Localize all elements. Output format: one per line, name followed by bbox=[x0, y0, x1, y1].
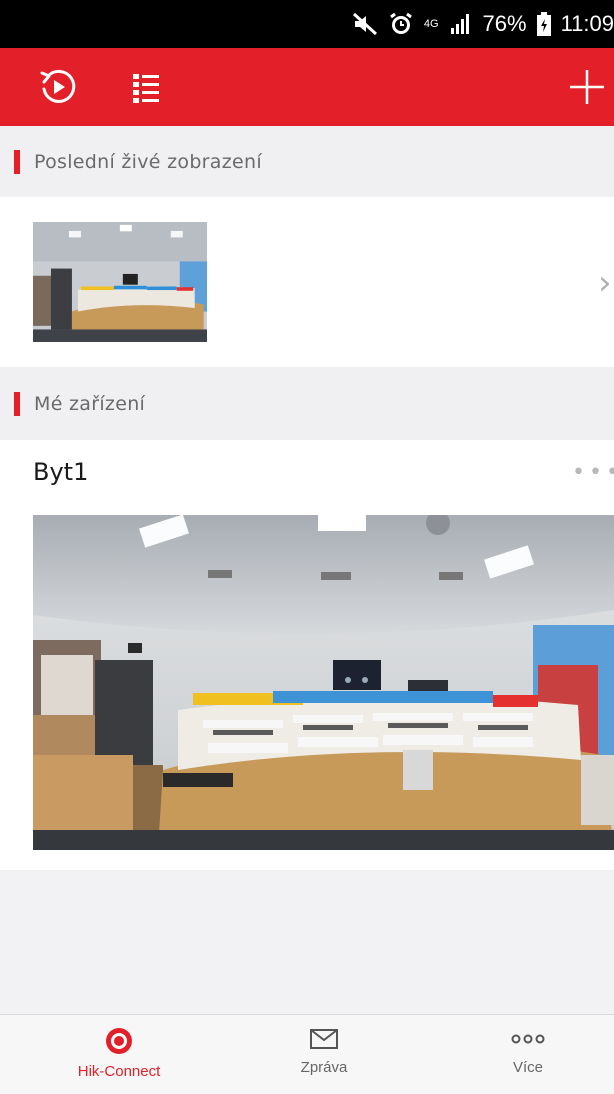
tab-hik-connect[interactable]: Hik-Connect bbox=[17, 1015, 221, 1094]
camera-feed-image bbox=[33, 515, 614, 850]
live-camera-preview[interactable] bbox=[33, 515, 614, 850]
my-devices-header: Mé zařízení bbox=[0, 368, 614, 440]
network-type: 4G bbox=[423, 18, 439, 30]
section-accent-bar bbox=[14, 150, 20, 174]
battery-icon bbox=[536, 12, 551, 36]
recent-live-item[interactable]: › bbox=[0, 197, 614, 367]
signal-icon bbox=[450, 14, 469, 34]
list-view-button[interactable] bbox=[118, 48, 174, 126]
mute-icon bbox=[352, 12, 377, 36]
bottom-tab-bar: Hik-Connect Zpráva Více bbox=[0, 1014, 614, 1094]
app-bar bbox=[0, 48, 614, 126]
device-name[interactable]: Byt1 bbox=[33, 458, 88, 486]
chevron-right-icon[interactable]: › bbox=[598, 263, 612, 303]
clock: 11:09 bbox=[560, 11, 614, 36]
section-accent-bar bbox=[14, 392, 20, 416]
tab-label: Více bbox=[512, 1059, 543, 1076]
camera-snapshot-image bbox=[33, 222, 207, 342]
tab-vice[interactable]: Více bbox=[426, 1015, 614, 1094]
add-icon bbox=[570, 70, 604, 104]
more-dots-icon[interactable]: ••• bbox=[572, 460, 614, 485]
envelope-icon bbox=[310, 1029, 338, 1049]
recent-live-header: Poslední živé zobrazení bbox=[0, 126, 614, 198]
device-card: Byt1 ••• bbox=[0, 440, 614, 870]
my-devices-title: Mé zařízení bbox=[34, 393, 146, 415]
playback-icon bbox=[40, 69, 76, 103]
add-device-button[interactable] bbox=[560, 48, 614, 126]
list-view-icon bbox=[133, 74, 159, 103]
hik-connect-icon bbox=[106, 1028, 132, 1054]
tab-label: Hik-Connect bbox=[77, 1063, 161, 1080]
status-bar: 4G 76% 11:09 bbox=[0, 0, 614, 48]
recent-live-title: Poslední živé zobrazení bbox=[34, 151, 262, 173]
alarm-icon bbox=[389, 12, 412, 34]
more-icon bbox=[511, 1034, 545, 1044]
recent-camera-thumbnail[interactable] bbox=[33, 222, 207, 342]
status-icons: 4G 76% 11:09 bbox=[352, 0, 614, 48]
tab-zprava[interactable]: Zpráva bbox=[222, 1015, 426, 1094]
tab-label: Zpráva bbox=[300, 1059, 348, 1076]
battery-percent: 76% bbox=[482, 11, 527, 36]
playback-button[interactable] bbox=[30, 48, 86, 126]
